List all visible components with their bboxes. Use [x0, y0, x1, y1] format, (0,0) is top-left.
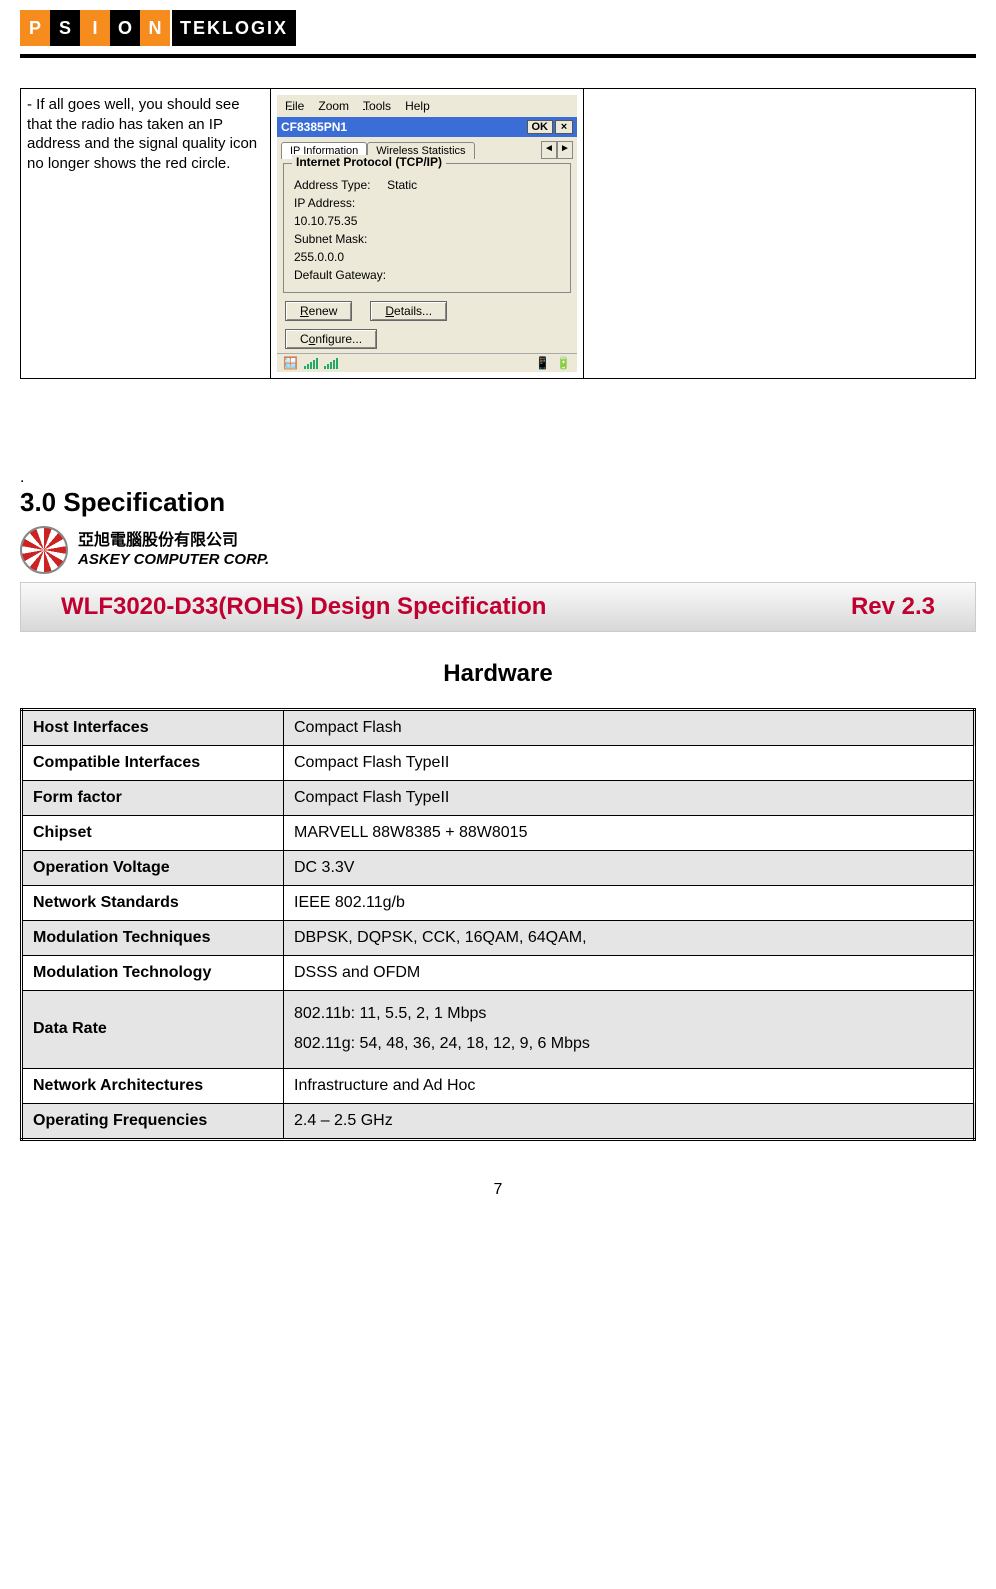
app-window: File Zoom Tools Help CF8385PN1 OK × IP I…: [277, 95, 577, 372]
table-row: Operation VoltageDC 3.3V: [22, 851, 975, 886]
table-row: Compatible InterfacesCompact Flash TypeI…: [22, 746, 975, 781]
tcpip-group: Internet Protocol (TCP/IP) Address Type:…: [283, 163, 571, 293]
spec-banner: WLF3020-D33(ROHS) Design Specification R…: [20, 582, 976, 632]
table-row: Network ArchitecturesInfrastructure and …: [22, 1068, 975, 1103]
logo-letter: P: [20, 10, 50, 46]
signal-icon: [324, 357, 338, 369]
group-title: Internet Protocol (TCP/IP): [292, 155, 446, 169]
renew-button[interactable]: Renew: [285, 301, 352, 321]
title-bar: CF8385PN1 OK ×: [277, 117, 577, 137]
logo-letter: O: [110, 10, 140, 46]
tray-device-icon[interactable]: 📱: [535, 356, 550, 370]
empty-cell: [584, 89, 976, 379]
table-row: ChipsetMARVELL 88W8385 + 88W8015: [22, 816, 975, 851]
askey-logo-icon: [20, 526, 68, 574]
table-row: Modulation TechniquesDBPSK, DQPSK, CCK, …: [22, 921, 975, 956]
table-row: Data Rate 802.11b: 11, 5.5, 2, 1 Mbps802…: [22, 991, 975, 1069]
table-row: Host InterfacesCompact Flash: [22, 710, 975, 746]
tab-scroll-left[interactable]: ◄: [541, 141, 557, 159]
section-heading: 3.0 Specification: [20, 487, 976, 518]
menu-help[interactable]: Help: [405, 99, 430, 113]
ok-button[interactable]: OK: [527, 120, 554, 134]
brand-name: TEKLOGIX: [172, 10, 296, 46]
menu-tools[interactable]: Tools: [363, 99, 391, 113]
logo-letter: S: [50, 10, 80, 46]
askey-branding: 亞旭電腦股份有限公司 ASKEY COMPUTER CORP.: [20, 526, 976, 574]
banner-title: WLF3020-D33(ROHS) Design Specification: [61, 593, 546, 621]
dot: .: [20, 469, 976, 487]
default-gateway-label: Default Gateway:: [294, 268, 560, 282]
ip-address-label: IP Address:: [294, 196, 560, 210]
menu-file[interactable]: File: [285, 99, 304, 113]
close-button[interactable]: ×: [555, 120, 573, 134]
tab-scroll-right[interactable]: ►: [557, 141, 573, 159]
banner-rev: Rev 2.3: [851, 593, 935, 621]
window-title: CF8385PN1: [281, 120, 347, 134]
table-row: Operating Frequencies2.4 – 2.5 GHz: [22, 1103, 975, 1139]
logo-letter: N: [140, 10, 170, 46]
table-row: Network StandardsIEEE 802.11g/b: [22, 886, 975, 921]
task-bar: 🪟 📱 🔋: [277, 353, 577, 372]
logo-letter: I: [80, 10, 110, 46]
hardware-heading: Hardware: [20, 660, 976, 688]
subnet-mask-label: Subnet Mask:: [294, 232, 560, 246]
configure-button[interactable]: Configure...: [285, 329, 377, 349]
spec-table: Host InterfacesCompact Flash Compatible …: [20, 708, 976, 1141]
signal-icon: [304, 357, 318, 369]
instruction-layout: - If all goes well, you should see that …: [20, 88, 976, 379]
start-icon[interactable]: 🪟: [283, 356, 298, 370]
askey-chinese: 亞旭電腦股份有限公司: [78, 531, 269, 550]
ip-address-value: 10.10.75.35: [294, 214, 560, 228]
details-button[interactable]: Details...: [370, 301, 447, 321]
address-type-row: Address Type: Static: [294, 178, 560, 192]
subnet-mask-value: 255.0.0.0: [294, 250, 560, 264]
askey-english: ASKEY COMPUTER CORP.: [78, 551, 269, 569]
page-number: 7: [20, 1181, 976, 1199]
tray-battery-icon[interactable]: 🔋: [556, 356, 571, 370]
menu-bar: File Zoom Tools Help: [277, 95, 577, 117]
brand-logo: P S I O N TEKLOGIX: [20, 10, 976, 46]
table-row: Modulation TechnologyDSSS and OFDM: [22, 956, 975, 991]
menu-zoom[interactable]: Zoom: [318, 99, 349, 113]
instruction-text: - If all goes well, you should see that …: [21, 89, 271, 379]
table-row: Form factorCompact Flash TypeII: [22, 781, 975, 816]
screenshot-cell: File Zoom Tools Help CF8385PN1 OK × IP I…: [271, 89, 584, 379]
